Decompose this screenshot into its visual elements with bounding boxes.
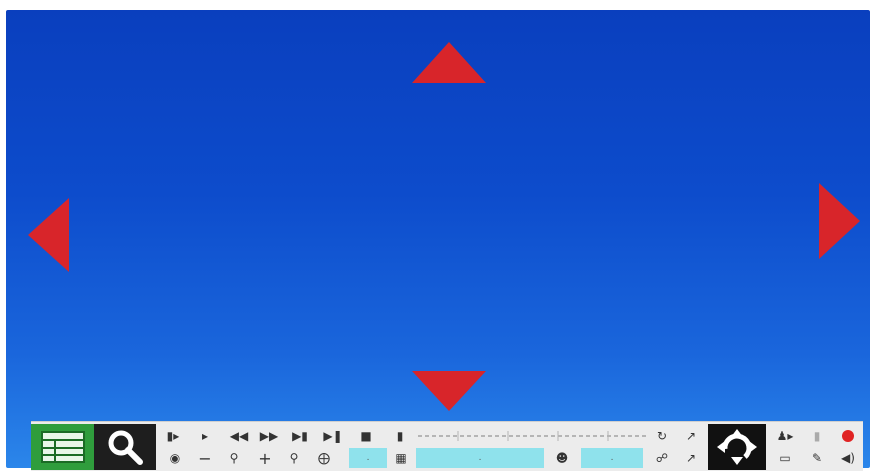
stop-icon[interactable]: ■ xyxy=(357,426,375,446)
screen: ▮▸ ▸ ◀◀ ▶▶ ▶▮ ▶❚ ■ ▮ ↻ ↗ ◉ − ⚲ + ⚲ ⨁ . ▦… xyxy=(0,0,883,471)
field-3[interactable]: . xyxy=(581,448,643,468)
list-icon xyxy=(40,431,85,463)
field-1[interactable]: . xyxy=(349,448,387,468)
next-frame-icon[interactable]: ▶▮ xyxy=(289,426,311,446)
navigation-button[interactable] xyxy=(708,424,766,470)
play-slow-icon[interactable]: ▸ xyxy=(191,426,219,446)
menu-button[interactable] xyxy=(31,424,94,470)
record-icon[interactable] xyxy=(837,426,859,446)
minus-icon[interactable]: − xyxy=(195,448,215,468)
calendar-icon[interactable]: ▦ xyxy=(389,448,413,468)
search-icon xyxy=(108,430,143,465)
edit-icon[interactable]: ✎ xyxy=(805,448,829,468)
cart-icon[interactable]: ☍ xyxy=(651,448,673,468)
field-2[interactable]: . xyxy=(416,448,544,468)
play-pause-icon[interactable]: ▶❚ xyxy=(319,426,347,446)
folder-icon[interactable]: ▮ xyxy=(387,426,413,446)
person-icon[interactable]: ☻ xyxy=(551,448,573,468)
user-play-icon[interactable]: ♟▸ xyxy=(771,426,799,446)
zoom-out-icon[interactable]: ⚲ xyxy=(223,448,245,468)
control-toolbar: ▮▸ ▸ ◀◀ ▶▶ ▶▮ ▶❚ ■ ▮ ↻ ↗ ◉ − ⚲ + ⚲ ⨁ . ▦… xyxy=(31,421,863,471)
zoom-in-icon[interactable]: ⚲ xyxy=(283,448,305,468)
camera-icon[interactable]: ◉ xyxy=(163,448,187,468)
stats-icon[interactable]: ▮ xyxy=(805,426,829,446)
arrow-down-icon[interactable] xyxy=(412,371,486,411)
grid-icon[interactable]: ⨁ xyxy=(313,448,335,468)
volume-icon[interactable]: ◀) xyxy=(835,448,861,468)
timeline-icon[interactable] xyxy=(416,426,649,446)
rewind-icon[interactable]: ◀◀ xyxy=(227,426,251,446)
sync-icon[interactable]: ↻ xyxy=(651,426,673,446)
navigation-icon xyxy=(717,429,757,465)
arrow-left-icon[interactable] xyxy=(28,198,69,272)
plus-icon[interactable]: + xyxy=(255,448,275,468)
export-icon[interactable]: ↗ xyxy=(679,426,703,446)
search-button[interactable] xyxy=(94,424,156,470)
arrow-right-icon[interactable] xyxy=(819,183,860,259)
arrow-up-icon[interactable] xyxy=(412,42,486,83)
split-icon[interactable]: ▮▸ xyxy=(163,426,183,446)
fast-forward-icon[interactable]: ▶▶ xyxy=(257,426,281,446)
screen-icon[interactable]: ▭ xyxy=(771,448,799,468)
export-icon[interactable]: ↗ xyxy=(679,448,703,468)
